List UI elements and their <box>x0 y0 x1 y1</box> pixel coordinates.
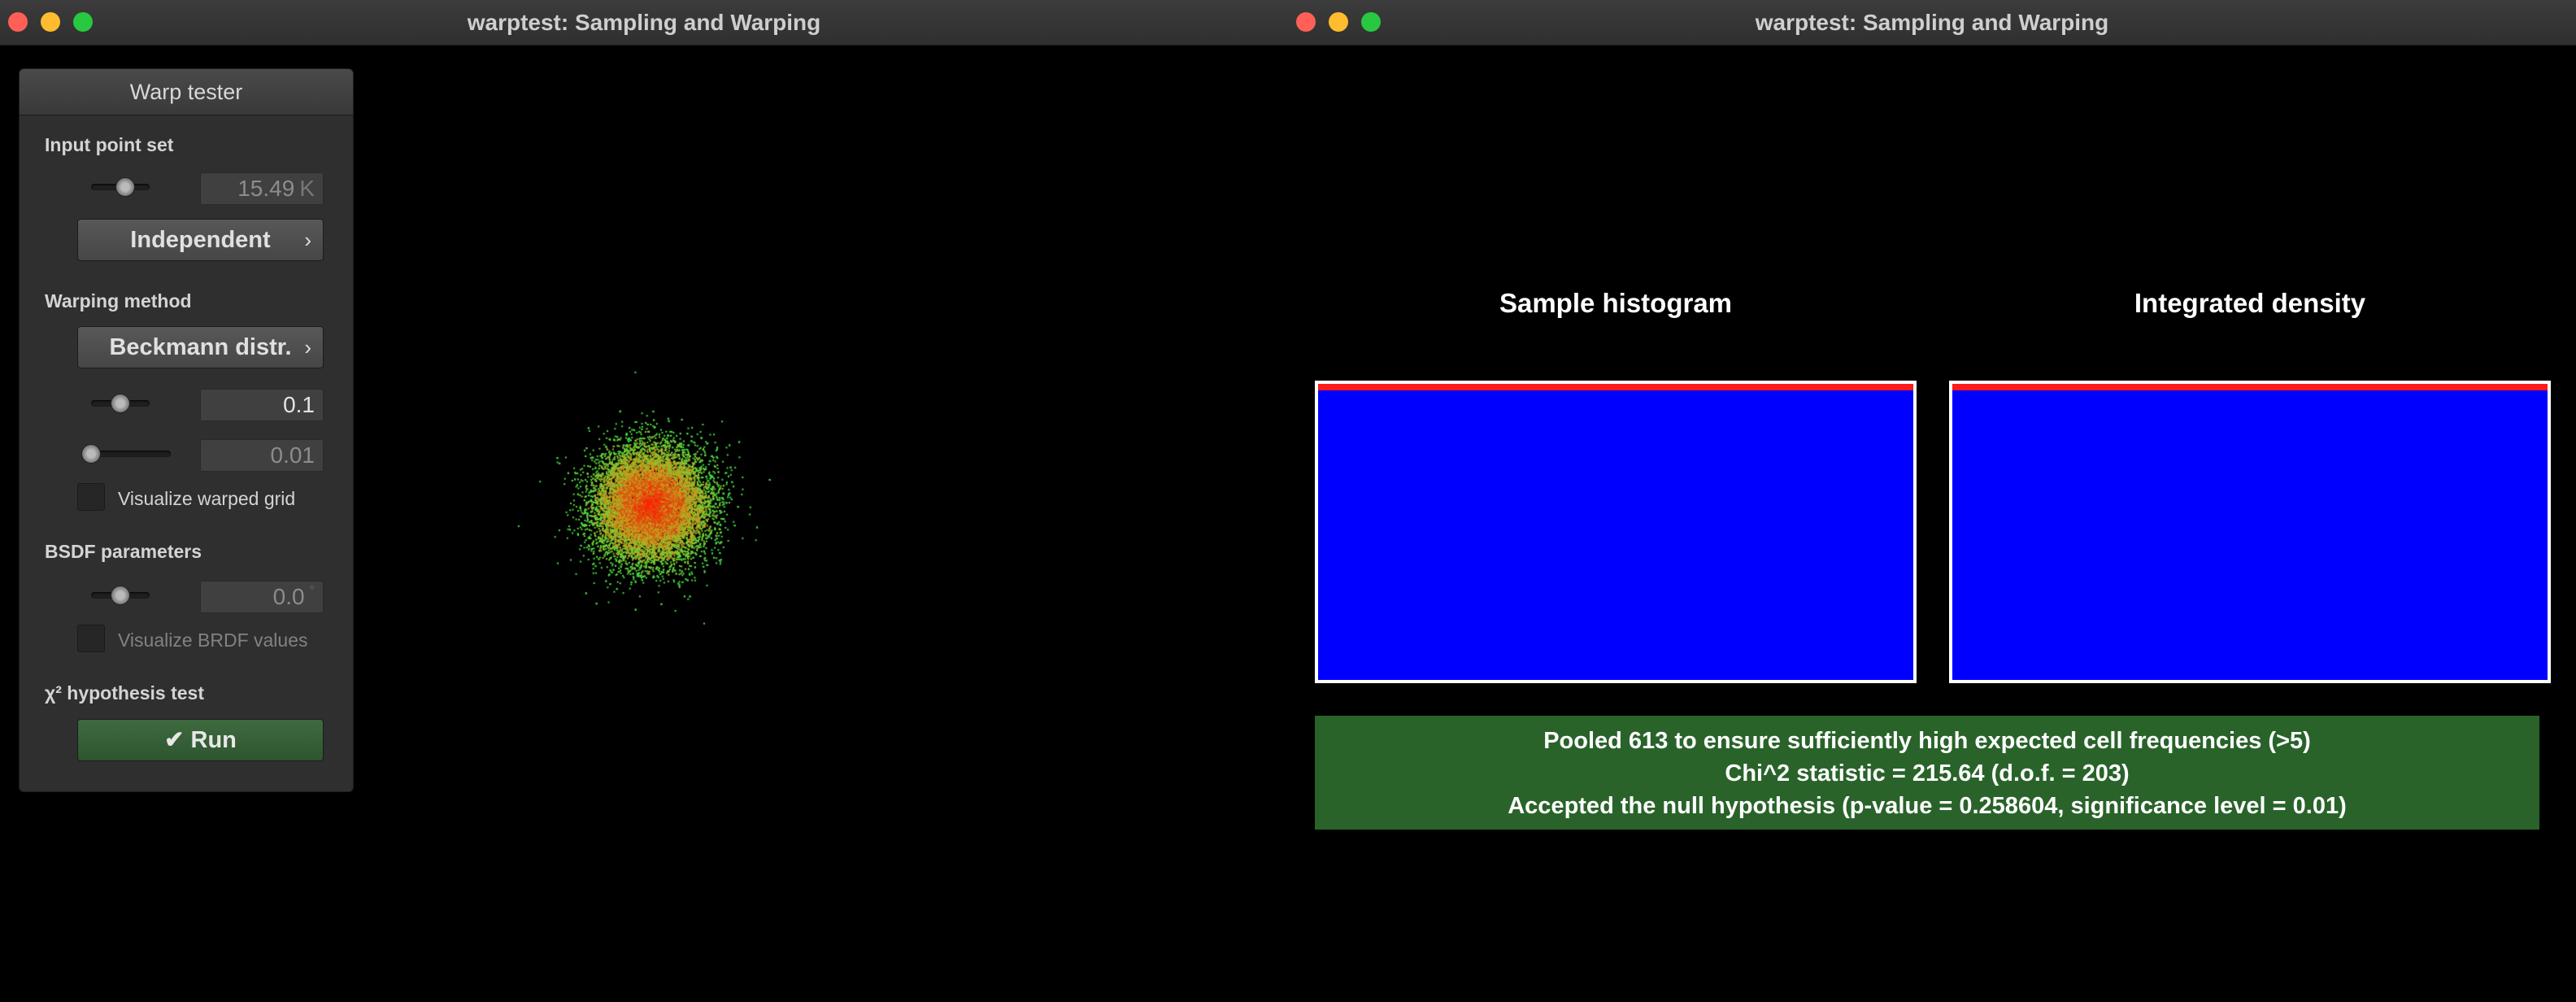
sample-histogram-title: Sample histogram <box>1499 288 1733 318</box>
histogram-high-density-band <box>1318 384 1913 390</box>
run-label: Run <box>190 727 237 753</box>
point-type-label: Independent <box>130 227 271 253</box>
visualize-warped-grid-checkbox[interactable] <box>77 483 105 511</box>
chi2-test-result: Pooled 613 to ensure sufficiently high e… <box>1315 716 2539 830</box>
warping-method-label: Warping method <box>45 290 192 311</box>
window-title: warptest: Sampling and Warping <box>467 10 821 35</box>
point-count-unit: K <box>299 176 315 201</box>
result-line-statistic: Chi^2 statistic = 215.64 (d.o.f. = 203) <box>1725 760 2130 786</box>
point-count-field[interactable]: 15.49 K <box>200 172 324 205</box>
bsdf-angle-field[interactable]: 0.0 ° <box>200 581 324 613</box>
check-icon: ✔ <box>164 727 185 753</box>
title-bar: warptest: Sampling and Warping <box>1288 0 2576 46</box>
chevron-right-icon: › <box>304 228 311 252</box>
warp-param2-field[interactable]: 0.01 <box>200 439 324 472</box>
bsdf-angle-value: 0.0 <box>272 584 305 609</box>
integrated-density-title: Integrated density <box>2134 288 2366 318</box>
warping-method-button[interactable]: Beckmann distr. › <box>77 326 324 368</box>
panel-title[interactable]: Warp tester <box>20 69 353 115</box>
result-line-conclusion: Accepted the null hypothesis (p-value = … <box>1508 793 2347 819</box>
density-high-density-band <box>1952 384 2548 390</box>
point-count-slider-knob[interactable] <box>115 177 135 197</box>
point-type-button[interactable]: Independent › <box>77 219 324 261</box>
sample-histogram <box>1315 381 1917 683</box>
visualize-warped-grid-label: Visualize warped grid <box>118 488 296 509</box>
bsdf-parameters-label: BSDF parameters <box>45 541 202 562</box>
warptest-window-right: warptest: Sampling and Warping Sample hi… <box>1288 0 2576 1002</box>
warp-tester-panel: Warp tester Input point set 15.49 K Indep… <box>19 68 354 792</box>
input-point-set-label: Input point set <box>45 134 174 155</box>
hypothesis-test-label: χ² hypothesis test <box>45 682 204 704</box>
window-title: warptest: Sampling and Warping <box>1755 10 2109 35</box>
result-line-pooled: Pooled 613 to ensure sufficiently high e… <box>1543 728 2311 754</box>
warping-method-value: Beckmann distr. <box>109 334 292 360</box>
run-test-button[interactable]: ✔ Run <box>77 719 324 761</box>
title-bar: warptest: Sampling and Warping <box>0 0 1288 46</box>
warp-param2-slider-knob[interactable] <box>81 444 101 464</box>
integrated-density-histogram <box>1949 381 2551 683</box>
warp-param1-slider-knob[interactable] <box>111 394 130 413</box>
bsdf-angle-unit: ° <box>309 584 315 598</box>
visualize-brdf-label: Visualize BRDF values <box>118 630 308 651</box>
warp-param1-field[interactable]: 0.1 <box>200 389 324 421</box>
visualize-brdf-checkbox[interactable] <box>77 625 105 652</box>
warped-points-scatter <box>488 342 813 667</box>
warptest-window-left: warptest: Sampling and Warping Warp test… <box>0 0 1288 1002</box>
bsdf-angle-slider-knob[interactable] <box>111 586 130 605</box>
chevron-right-icon: › <box>304 335 311 359</box>
point-count-value: 15.49 <box>237 176 295 201</box>
